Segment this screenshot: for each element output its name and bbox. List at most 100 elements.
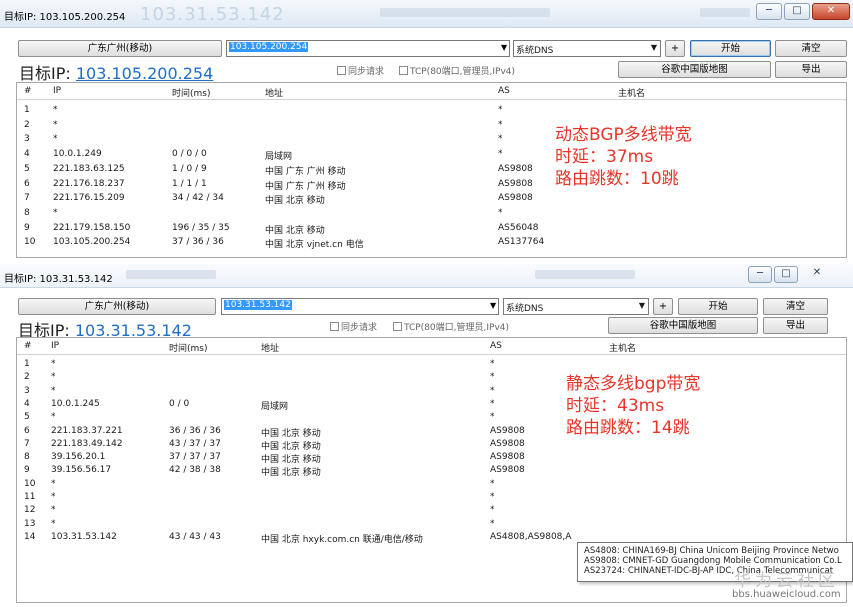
dns-select[interactable]: 系统DNS ▼ bbox=[503, 298, 649, 315]
col-time[interactable]: 时间(ms) bbox=[169, 341, 207, 354]
table-row[interactable]: 2 * * bbox=[17, 371, 846, 384]
blurred-toolbar-text bbox=[126, 270, 216, 279]
col-hostname[interactable]: 主机名 bbox=[609, 341, 636, 354]
table-row[interactable]: 5 * * bbox=[17, 411, 846, 424]
table-row[interactable]: 2 * * bbox=[17, 119, 846, 132]
hop-number: 8 bbox=[24, 207, 30, 218]
tcp-checkbox[interactable]: TCP(80端口,管理员,IPv4) bbox=[399, 64, 515, 77]
col-as[interactable]: AS bbox=[490, 341, 502, 351]
hop-table[interactable]: # IP 时间(ms) 地址 AS 主机名 1 * * 2 * * 3 * * 4 10.0.1.2… bbox=[16, 82, 847, 258]
maximize-button[interactable]: □ bbox=[784, 3, 810, 20]
title-bar[interactable]: 目标IP: 103.31.53.142 ─ □ ✕ bbox=[0, 264, 853, 288]
minimize-button[interactable]: ─ bbox=[748, 266, 772, 283]
table-row[interactable]: 3 * * bbox=[17, 133, 846, 146]
ip-history-dropdown-icon[interactable]: ▼ bbox=[490, 301, 496, 310]
table-row[interactable]: 9 221.179.158.150 196 / 35 / 35 中国 北京 移动 AS5… bbox=[17, 222, 846, 236]
clear-button[interactable]: 清空 bbox=[775, 40, 847, 57]
location-button[interactable]: 广东广州(移动) bbox=[18, 298, 216, 315]
export-button[interactable]: 导出 bbox=[763, 317, 828, 334]
table-row[interactable]: 10 * * bbox=[17, 478, 846, 491]
annotation-line: 时延：37ms bbox=[555, 147, 654, 167]
col-address[interactable]: 地址 bbox=[261, 341, 279, 354]
hop-number: 2 bbox=[24, 372, 30, 383]
hop-number: 14 bbox=[24, 531, 36, 542]
export-button[interactable]: 导出 bbox=[775, 61, 847, 78]
google-map-button[interactable]: 谷歌中国版地图 bbox=[608, 317, 758, 334]
watermark-text: 华为云社区 bbox=[734, 571, 839, 591]
close-button[interactable]: ✕ bbox=[802, 266, 832, 283]
hop-ip: * bbox=[51, 359, 56, 369]
hop-address: 局域网 bbox=[261, 401, 289, 412]
close-button[interactable]: ✕ bbox=[812, 3, 850, 20]
blurred-toolbar-text bbox=[535, 270, 635, 279]
col-address[interactable]: 地址 bbox=[265, 86, 283, 99]
table-row[interactable]: 10 103.105.200.254 37 / 36 / 36 中国 北京 vjnet… bbox=[17, 236, 846, 250]
table-row[interactable]: 5 221.183.63.125 1 / 0 / 9 中国 广东 广州 移动 AS980… bbox=[17, 163, 846, 177]
hop-as: * bbox=[490, 398, 495, 409]
hop-ip: 221.179.158.150 bbox=[53, 222, 131, 233]
table-row[interactable]: 1 * * bbox=[17, 104, 846, 117]
table-row[interactable]: 8 * * bbox=[17, 207, 846, 220]
table-row[interactable]: 12 * * bbox=[17, 504, 846, 517]
ip-history-dropdown-icon[interactable]: ▼ bbox=[501, 43, 507, 52]
title-bar[interactable]: 目标IP: 103.105.200.254 103.31.53.142 ─ □ … bbox=[0, 0, 853, 28]
google-map-button[interactable]: 谷歌中国版地图 bbox=[618, 61, 771, 78]
add-dns-button[interactable]: + bbox=[665, 40, 685, 57]
sync-request-checkbox[interactable]: 同步请求 bbox=[337, 64, 384, 77]
table-row[interactable]: 4 10.0.1.245 0 / 0 局域网 * bbox=[17, 398, 846, 412]
target-ip-input[interactable]: 103.31.53.142 bbox=[221, 298, 499, 315]
col-ip[interactable]: IP bbox=[53, 86, 61, 96]
target-ip-link[interactable]: 103.105.200.254 bbox=[76, 64, 213, 83]
tcp-checkbox[interactable]: TCP(80端口,管理员,IPv4) bbox=[393, 320, 509, 333]
col-as[interactable]: AS bbox=[498, 86, 510, 96]
table-row[interactable]: 3 * * bbox=[17, 385, 846, 398]
hop-as: AS137764 bbox=[498, 237, 545, 248]
hop-number: 11 bbox=[24, 492, 36, 502]
table-row[interactable]: 9 39.156.56.17 42 / 38 / 38 中国 北京 移动 AS9808 bbox=[17, 464, 846, 478]
col-ip[interactable]: IP bbox=[51, 341, 59, 351]
hop-address: 中国 广东 广州 移动 bbox=[265, 166, 346, 177]
hop-as: AS9808 bbox=[490, 425, 525, 436]
table-row[interactable]: 8 39.156.20.1 37 / 37 / 37 中国 北京 移动 AS9808 bbox=[17, 451, 846, 465]
hop-number: 13 bbox=[24, 518, 36, 529]
hop-as: * bbox=[490, 478, 495, 489]
table-row[interactable]: 7 221.183.49.142 43 / 37 / 37 中国 北京 移动 AS980… bbox=[17, 438, 846, 452]
table-row[interactable]: 1 * * bbox=[17, 358, 846, 371]
table-row[interactable]: 7 221.176.15.209 34 / 42 / 34 中国 北京 移动 AS980… bbox=[17, 192, 846, 206]
clear-button[interactable]: 清空 bbox=[763, 298, 828, 315]
blurred-toolbar-text bbox=[700, 8, 750, 17]
hop-number: 10 bbox=[24, 478, 36, 489]
hop-ip: * bbox=[51, 478, 56, 489]
traceroute-window-1: 目标IP: 103.105.200.254 103.31.53.142 ─ □ … bbox=[0, 0, 853, 264]
table-row[interactable]: 11 * * bbox=[17, 491, 846, 504]
add-dns-button[interactable]: + bbox=[653, 298, 673, 315]
col-num[interactable]: # bbox=[24, 86, 32, 96]
hop-as: AS9808 bbox=[490, 465, 525, 476]
minimize-button[interactable]: ─ bbox=[756, 3, 782, 20]
location-button[interactable]: 广东广州(移动) bbox=[18, 40, 222, 57]
hop-ip: 39.156.56.17 bbox=[51, 465, 112, 476]
col-time[interactable]: 时间(ms) bbox=[172, 86, 210, 99]
hop-as: * bbox=[490, 518, 495, 529]
hop-time: 43 / 43 / 43 bbox=[169, 531, 221, 542]
dns-select[interactable]: 系统DNS ▼ bbox=[513, 40, 661, 57]
table-row[interactable]: 6 221.183.37.221 36 / 36 / 36 中国 北京 移动 AS980… bbox=[17, 425, 846, 439]
start-button[interactable]: 开始 bbox=[690, 40, 771, 57]
start-button[interactable]: 开始 bbox=[678, 298, 758, 315]
target-ip-value: 103.31.53.142 bbox=[224, 300, 292, 310]
target-ip-input[interactable]: 103.105.200.254 bbox=[226, 40, 510, 57]
hop-number: 9 bbox=[24, 465, 30, 476]
tooltip-line: AS9808: CMNET-GD Guangdong Mobile Commun… bbox=[584, 556, 842, 566]
maximize-button[interactable]: □ bbox=[774, 266, 798, 283]
col-num[interactable]: # bbox=[24, 341, 32, 351]
sync-request-checkbox[interactable]: 同步请求 bbox=[330, 320, 377, 333]
col-hostname[interactable]: 主机名 bbox=[618, 86, 645, 99]
hop-as: AS9808 bbox=[498, 193, 533, 204]
dns-select-value: 系统DNS bbox=[506, 304, 544, 314]
hop-ip: * bbox=[53, 207, 58, 218]
table-row[interactable]: 13 * * bbox=[17, 518, 846, 531]
table-row[interactable]: 4 10.0.1.249 0 / 0 / 0 局域网 * bbox=[17, 148, 846, 162]
table-row[interactable]: 6 221.176.18.237 1 / 1 / 1 中国 广东 广州 移动 AS980… bbox=[17, 178, 846, 192]
annotation-dynamic-bgp: 动态BGP多线带宽 时延：37ms 路由跳数：10跳 bbox=[555, 124, 692, 190]
hop-number: 2 bbox=[24, 119, 30, 130]
